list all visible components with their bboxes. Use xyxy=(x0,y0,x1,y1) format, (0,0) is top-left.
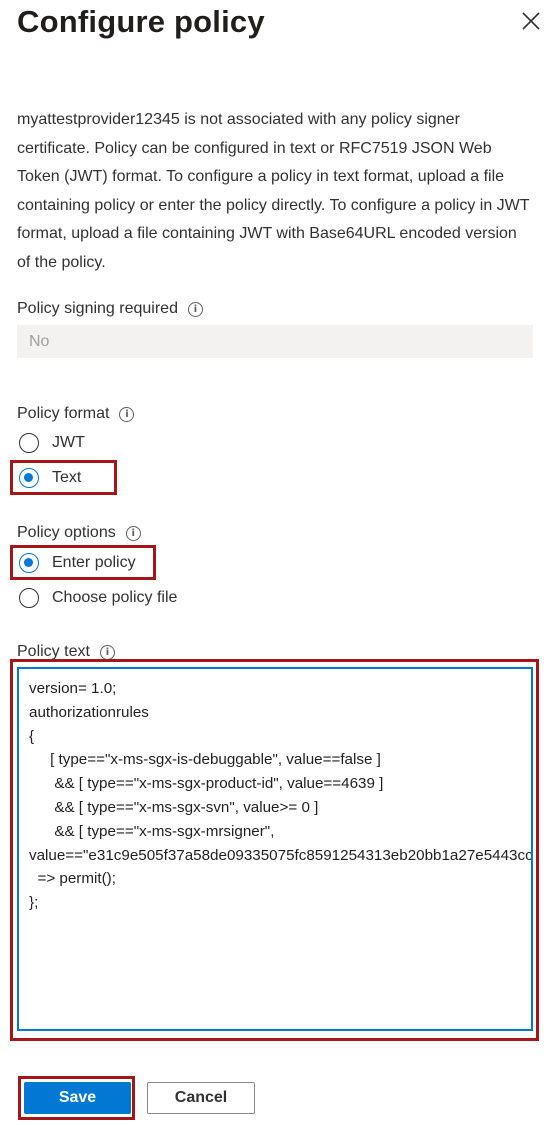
info-icon[interactable]: i xyxy=(187,301,203,317)
close-icon[interactable] xyxy=(518,8,544,34)
radio-checked-icon[interactable] xyxy=(19,553,39,573)
radio-label-enter-policy: Enter policy xyxy=(52,554,136,571)
radio-choose-policy-file[interactable]: Choose policy file xyxy=(19,582,177,614)
panel-title: Configure policy xyxy=(17,4,265,39)
radio-checked-icon[interactable] xyxy=(19,468,39,488)
policy-options-label: Policy options xyxy=(17,524,116,541)
policy-signing-label-row: Policy signing required i xyxy=(17,298,203,320)
policy-format-label: Policy format xyxy=(17,405,110,422)
policy-signing-label: Policy signing required xyxy=(17,300,178,317)
radio-unchecked-icon[interactable] xyxy=(19,433,39,453)
radio-label-choose-file: Choose policy file xyxy=(52,589,178,606)
save-button[interactable]: Save xyxy=(24,1082,131,1114)
info-icon[interactable]: i xyxy=(99,644,115,660)
policy-signing-field: No xyxy=(17,325,533,358)
policy-format-label-row: Policy format i xyxy=(17,403,135,425)
description-text: myattestprovider12345 is not associated … xyxy=(17,111,530,271)
policy-text-area[interactable]: version= 1.0; authorizationrules { [ typ… xyxy=(17,667,533,1031)
radio-enter-policy[interactable]: Enter policy xyxy=(19,547,136,579)
info-icon[interactable]: i xyxy=(125,525,141,541)
radio-label-text: Text xyxy=(52,469,82,486)
info-icon[interactable]: i xyxy=(119,406,135,422)
cancel-button[interactable]: Cancel xyxy=(147,1082,255,1114)
radio-label-jwt: JWT xyxy=(52,434,85,451)
radio-jwt[interactable]: JWT xyxy=(19,427,85,459)
policy-options-label-row: Policy options i xyxy=(17,522,141,544)
radio-unchecked-icon[interactable] xyxy=(19,588,39,608)
radio-text[interactable]: Text xyxy=(19,462,81,494)
